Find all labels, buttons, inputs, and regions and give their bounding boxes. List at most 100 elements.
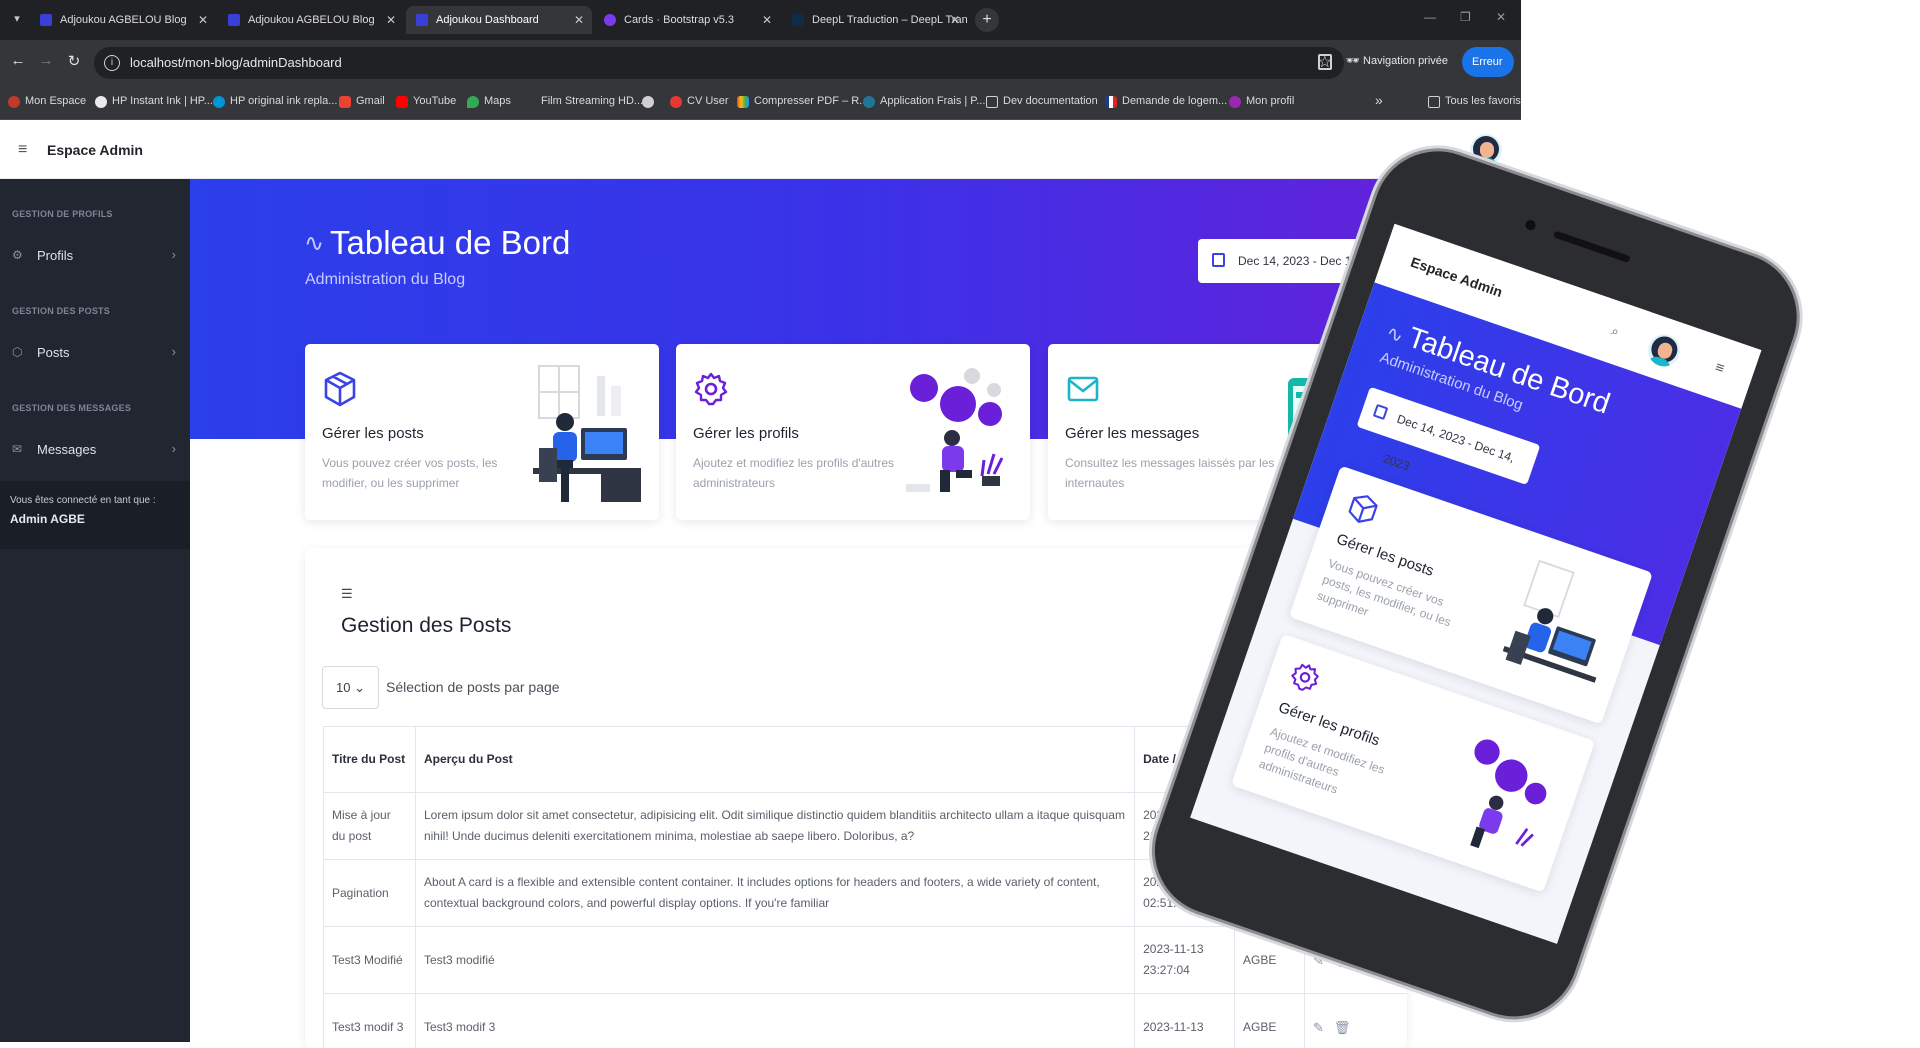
sidebar-item-label: Messages <box>37 442 96 457</box>
messaging-illustration <box>1274 362 1386 502</box>
incognito-icon: 🕶 <box>1346 55 1363 67</box>
side-panel-icon[interactable] <box>1318 54 1332 70</box>
search-input[interactable] <box>1224 666 1407 709</box>
card-manage-profiles[interactable]: Gérer les profils Ajoutez et modifiez le… <box>676 344 1030 520</box>
connected-user-name: Admin AGBE <box>10 512 85 526</box>
post-date-cell: 2023-12-12 21:08:33 <box>1135 793 1235 860</box>
list-icon: ☰ <box>341 586 353 602</box>
bookmark-label: Demande de logem... <box>1122 95 1227 107</box>
edit-icon[interactable]: ✎ <box>1313 953 1324 968</box>
site-favicon-icon <box>40 14 52 26</box>
column-header[interactable]: Aperçu du Post <box>415 727 1134 793</box>
site-info-icon[interactable]: i <box>104 55 120 71</box>
sidebar-heading-profiles: GESTION DE PROFILS <box>12 209 113 219</box>
card-title: Gérer les messages <box>1065 425 1199 442</box>
folder-icon <box>1428 96 1440 108</box>
bookmark-label: Application Frais | P... <box>880 95 985 107</box>
sidebar-item-posts[interactable]: ⬡ Posts › <box>0 338 190 368</box>
trash-icon[interactable]: 🗑 <box>1334 953 1351 968</box>
reload-icon[interactable]: ↻ <box>64 52 84 70</box>
bookmark-folder[interactable]: Dev documentation <box>986 95 1098 107</box>
card-manage-messages[interactable]: Gérer les messages Consultez les message… <box>1048 344 1402 520</box>
avatar-face <box>1480 142 1494 158</box>
all-bookmarks-folder[interactable]: Tous les favoris <box>1428 95 1521 107</box>
bookmark-label: Mon Espace <box>25 95 86 107</box>
bookmark-label: Tous les favoris <box>1445 95 1521 107</box>
phone-mockup-area <box>1521 0 1920 1042</box>
edit-icon[interactable]: ✎ <box>1313 886 1324 901</box>
browser-tab[interactable]: Adjoukou AGBELOU Blog ✕ <box>218 6 404 34</box>
per-page-select[interactable]: 10 ⌄ <box>322 666 379 709</box>
posts-table: Titre du Post Aperçu du Post Date / Heur… <box>323 726 1407 1048</box>
browser-tab[interactable]: DeepL Traduction – DeepL Tran ✕ <box>782 6 968 34</box>
create-post-button[interactable]: + Créer un Post <box>1275 602 1372 630</box>
page-title-text: Tableau de Bord <box>330 224 570 261</box>
close-window-icon[interactable]: ✕ <box>1496 10 1506 24</box>
bookmark-item[interactable]: Film Streaming HD... <box>524 95 643 107</box>
browser-tab[interactable]: Cards · Bootstrap v5.3 ✕ <box>594 6 780 34</box>
error-profile-button[interactable]: Erreur ⋮ <box>1462 47 1514 77</box>
card-text: Consultez les messages laissés par les i… <box>1065 453 1275 493</box>
close-tab-icon[interactable]: ✕ <box>762 6 772 34</box>
browser-tab-active[interactable]: Adjoukou Dashboard ✕ <box>406 6 592 34</box>
page-title: ∿Tableau de Bord <box>304 224 570 262</box>
trash-icon[interactable]: 🗑 <box>1334 1020 1351 1035</box>
column-header[interactable]: Date / Heure <box>1135 727 1235 793</box>
post-title-cell: Pagination <box>324 860 416 927</box>
actions-cell: ✎🗑 <box>1305 860 1407 927</box>
column-header[interactable]: Titre du Post <box>324 727 416 793</box>
minimize-icon[interactable]: — <box>1424 10 1436 24</box>
bookmarks-overflow-button[interactable]: » <box>1375 92 1383 108</box>
avatar[interactable] <box>1470 134 1502 166</box>
bookmark-item[interactable]: Maps <box>467 95 511 107</box>
bookmark-item[interactable]: Mon Espace <box>8 95 86 107</box>
sidebar-item-label: Profils <box>37 248 73 263</box>
restore-icon[interactable]: ❐ <box>1460 10 1471 24</box>
bookmark-item[interactable]: Mon profil <box>1229 95 1294 107</box>
bookmark-item[interactable]: Demande de logem... <box>1105 95 1227 107</box>
menu-toggle-icon[interactable]: ≡ <box>18 141 27 159</box>
close-tab-icon[interactable]: ✕ <box>574 6 584 34</box>
sidebar-item-label: Posts <box>37 345 70 360</box>
bookmark-item[interactable]: YouTube <box>396 95 456 107</box>
close-tab-icon[interactable]: ✕ <box>198 6 208 34</box>
close-tab-icon[interactable]: ✕ <box>950 6 960 34</box>
bookmark-label: CV User <box>687 95 729 107</box>
private-label: Navigation privée <box>1363 55 1448 67</box>
bookmark-label: Mon profil <box>1246 95 1294 107</box>
forward-icon[interactable]: → <box>36 52 56 69</box>
bookmark-item[interactable]: Gmail <box>339 95 385 107</box>
private-mode-badge[interactable]: 🕶 Navigation privée <box>1346 54 1448 67</box>
column-header[interactable]: Acti <box>1305 727 1407 793</box>
actions-cell: ✎🗑 <box>1305 994 1407 1048</box>
brand-title[interactable]: Espace Admin <box>47 142 143 158</box>
bookmark-label: HP Instant Ink | HP... <box>112 95 213 107</box>
bookmark-item[interactable]: HP Instant Ink | HP... <box>95 95 213 107</box>
bookmark-item[interactable]: Application Frais | P... <box>863 95 985 107</box>
card-manage-posts[interactable]: Gérer les posts Vous pouvez créer vos po… <box>305 344 659 520</box>
actions-cell: ✎🗑 <box>1305 927 1407 994</box>
close-tab-icon[interactable]: ✕ <box>386 6 396 34</box>
post-preview-cell: Lorem ipsum dolor sit amet consectetur, … <box>415 793 1134 860</box>
card-text: Vous pouvez créer vos posts, les modifie… <box>322 453 532 493</box>
edit-icon[interactable]: ✎ <box>1313 819 1324 834</box>
back-icon[interactable]: ← <box>8 52 28 69</box>
trash-icon[interactable]: 🗑 <box>1334 886 1351 901</box>
bookmark-item[interactable]: CV User <box>670 95 729 107</box>
edit-icon[interactable]: ✎ <box>1313 1020 1324 1035</box>
chevron-right-icon: › <box>172 441 176 456</box>
trash-icon[interactable]: 🗑 <box>1334 819 1351 834</box>
bootstrap-favicon-icon <box>604 14 616 26</box>
bookmark-item[interactable]: HP original ink repla... <box>213 95 337 107</box>
sidebar-item-profils[interactable]: ⚙ Profils › <box>0 241 190 271</box>
new-tab-button[interactable]: + <box>975 8 999 32</box>
bookmark-item[interactable]: Compresser PDF – R... <box>737 95 868 107</box>
date-range-picker[interactable]: Dec 14, 2023 - Dec 14, 2023 <box>1198 239 1408 283</box>
url-bar[interactable]: i localhost/mon-blog/adminDashboard ☆ <box>94 47 1344 79</box>
tab-search-icon[interactable]: ▾ <box>8 10 26 28</box>
sidebar-item-messages[interactable]: ✉ Messages › <box>0 435 190 465</box>
post-date-cell: 2023-11-13 23:27:04 <box>1135 927 1235 994</box>
tab-label: Adjoukou AGBELOU Blog <box>248 14 375 26</box>
browser-tab[interactable]: Adjoukou AGBELOU Blog ✕ <box>30 6 216 34</box>
column-header[interactable]: Auteur <box>1235 727 1305 793</box>
